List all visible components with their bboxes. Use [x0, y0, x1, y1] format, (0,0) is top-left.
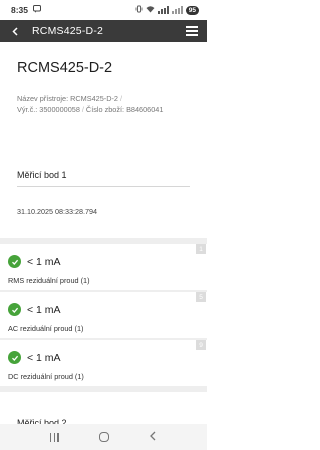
result-card[interactable]: 5 < 1 mA AC reziduální proud (1) [0, 292, 207, 338]
wifi-icon [146, 5, 155, 15]
device-info-line-1: Název přístroje: RCMS425-D-2/ [17, 94, 124, 103]
status-right: 95 [135, 5, 199, 15]
recent-icon-line [57, 432, 59, 442]
separator: / [81, 105, 84, 114]
recent-icon-line [50, 432, 52, 442]
menu-button[interactable] [177, 20, 207, 42]
result-value-row: < 1 mA [8, 351, 61, 364]
part-number: Číslo zboží: B84606041 [85, 105, 164, 114]
separator: / [119, 94, 123, 103]
chat-icon [33, 5, 42, 15]
signal-icon [157, 6, 169, 14]
result-index: 5 [196, 292, 206, 302]
signal-icon-2 [171, 6, 183, 14]
home-button[interactable] [98, 432, 109, 442]
serial-number: Výr.č.: 3500000058 [17, 105, 80, 114]
device-name: Název přístroje: RCMS425-D-2 [17, 94, 118, 103]
status-time: 8:35 [11, 5, 29, 15]
check-circle-icon [8, 255, 21, 268]
result-value-row: < 1 mA [8, 303, 61, 316]
device-info-line-2: Výr.č.: 3500000058/Číslo zboží: B8460604… [17, 105, 163, 114]
system-nav-bar [0, 424, 207, 450]
result-label: AC reziduální proud (1) [8, 324, 84, 333]
device-title: RCMS425-D-2 [17, 60, 113, 76]
menu-icon-line [186, 26, 198, 28]
menu-icon-line [186, 34, 198, 36]
result-index: 9 [196, 340, 206, 350]
gap-band [0, 386, 207, 392]
measurement-point-title: Měřicí bod 1 [17, 170, 67, 180]
result-label: DC reziduální proud (1) [8, 372, 84, 381]
result-value: < 1 mA [27, 351, 61, 364]
result-card[interactable]: 1 < 1 mA RMS reziduální proud (1) [0, 244, 207, 290]
divider [17, 186, 190, 187]
measurement-timestamp: 31.10.2025 08:33:28.794 [17, 207, 97, 216]
system-back-button[interactable] [149, 428, 157, 446]
app-bar: RCMS425-D-2 [0, 20, 207, 42]
back-button[interactable] [0, 20, 30, 42]
result-card[interactable]: 9 < 1 mA DC reziduální proud (1) [0, 340, 207, 386]
check-circle-icon [8, 351, 21, 364]
result-index: 1 [196, 244, 206, 254]
result-label: RMS reziduální proud (1) [8, 276, 90, 285]
result-value: < 1 mA [27, 303, 61, 316]
result-value: < 1 mA [27, 255, 61, 268]
result-value-row: < 1 mA [8, 255, 61, 268]
app-title: RCMS425-D-2 [32, 25, 104, 37]
status-bar: 8:35 95 [0, 0, 207, 20]
check-circle-icon [8, 303, 21, 316]
status-left: 8:35 [11, 5, 42, 15]
vibrate-icon [135, 5, 143, 15]
back-arrow-icon [11, 26, 18, 36]
recent-apps-button[interactable] [50, 432, 59, 442]
system-back-icon [149, 431, 156, 441]
battery-indicator: 95 [185, 5, 199, 15]
recent-icon-line [53, 432, 55, 442]
menu-icon-line [186, 30, 198, 32]
